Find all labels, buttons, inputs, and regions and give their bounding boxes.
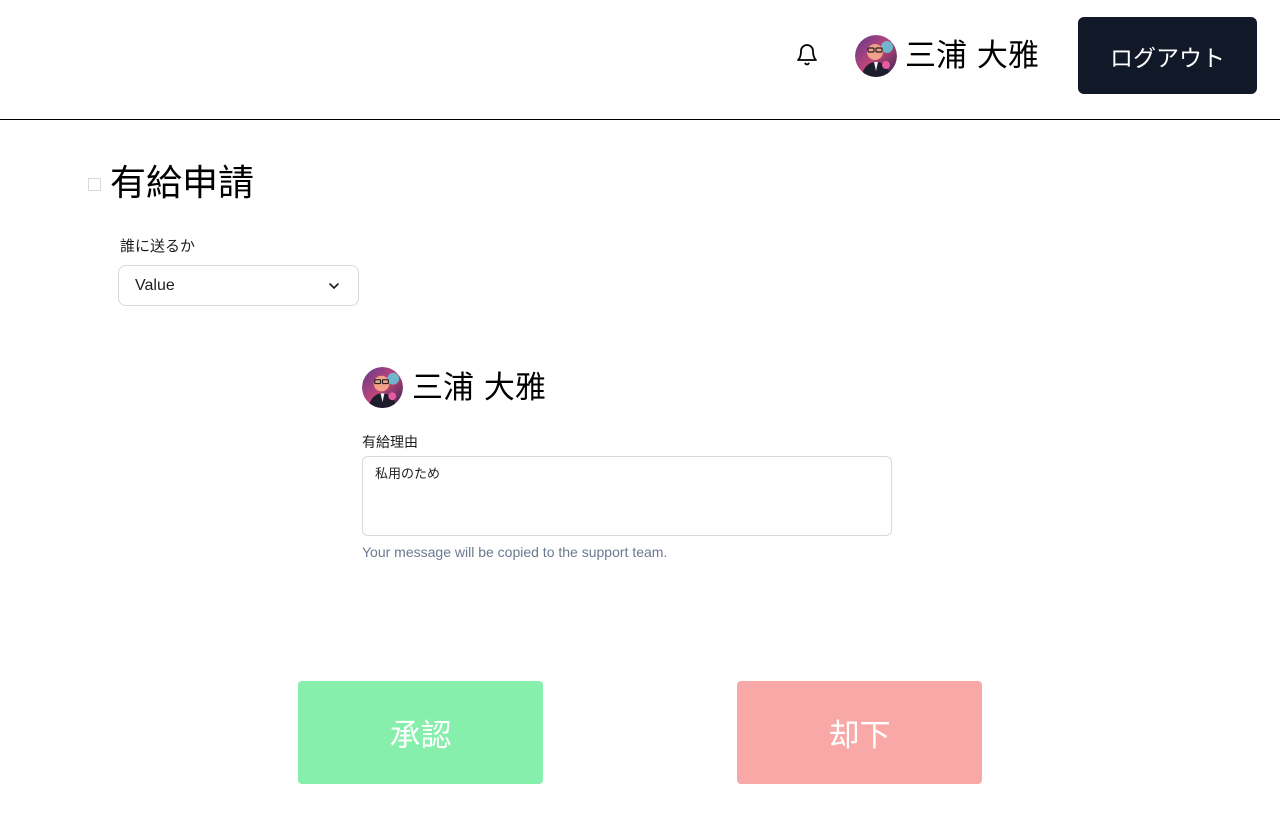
reason-label: 有給理由 (362, 435, 418, 451)
bell-icon[interactable] (793, 41, 821, 69)
reject-button[interactable]: 却下 (737, 681, 982, 784)
reason-helper-text: Your message will be copied to the suppo… (362, 544, 668, 560)
user-avatar[interactable] (855, 35, 897, 77)
send-to-label: 誰に送るか (120, 237, 196, 255)
approve-button[interactable]: 承認 (298, 681, 543, 784)
header-user-name: 三浦 大雅 (905, 38, 1039, 74)
send-to-selected-value: Value (135, 276, 175, 294)
page-title: 有給申請 (110, 163, 255, 204)
applicant-name: 三浦 大雅 (412, 370, 546, 406)
send-to-select[interactable]: Value (118, 265, 359, 306)
applicant-avatar (362, 367, 403, 408)
logout-button[interactable]: ログアウト (1078, 17, 1257, 94)
title-checkbox[interactable] (88, 178, 101, 191)
top-header: 三浦 大雅 ログアウト (0, 0, 1280, 120)
reason-textarea[interactable]: 私用のため (362, 456, 892, 536)
chevron-down-icon (326, 278, 342, 294)
